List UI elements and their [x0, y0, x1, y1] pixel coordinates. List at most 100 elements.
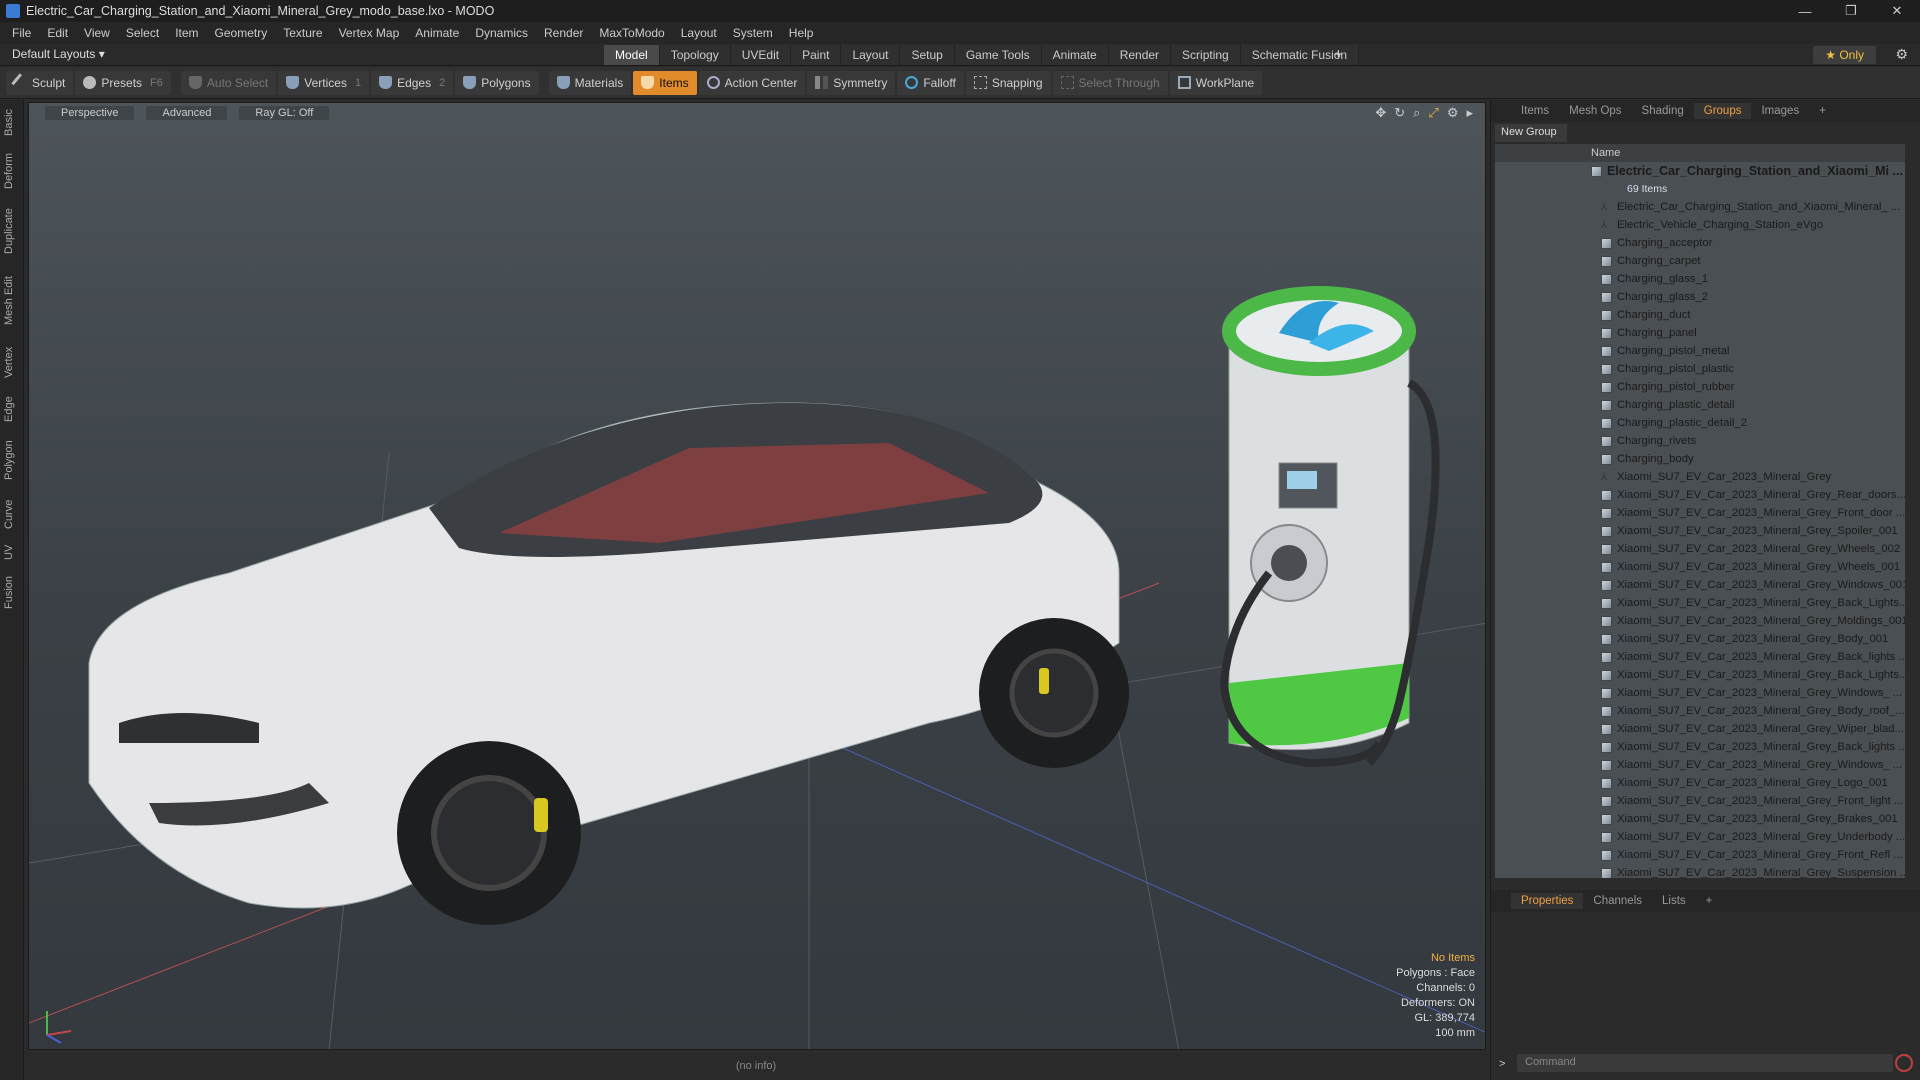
menu-edit[interactable]: Edit	[39, 26, 76, 40]
tab-animate[interactable]: Animate	[1041, 45, 1109, 65]
snapping-button[interactable]: Snapping	[965, 70, 1051, 95]
menu-file[interactable]: File	[4, 26, 39, 40]
group-item-row[interactable]: Xiaomi_SU7_EV_Car_2023_Mineral_Grey_Mold…	[1495, 612, 1905, 630]
group-item-row[interactable]: Charging_plastic_detail	[1495, 396, 1905, 414]
group-item-row[interactable]: ⅄ Electric_Vehicle_Charging_Station_eVgo	[1495, 216, 1905, 234]
group-item-row[interactable]: Xiaomi_SU7_EV_Car_2023_Mineral_Grey_Spoi…	[1495, 522, 1905, 540]
command-input[interactable]: Command	[1517, 1054, 1893, 1072]
materials-button[interactable]: Materials	[548, 70, 632, 95]
rotate-view-icon[interactable]: ↻	[1394, 105, 1405, 121]
add-panel-tab-icon[interactable]: +	[1809, 103, 1836, 119]
tab-topology[interactable]: Topology	[659, 45, 731, 65]
tab-paint[interactable]: Paint	[791, 45, 842, 65]
edges-button[interactable]: Edges 2	[371, 70, 454, 95]
menu-texture[interactable]: Texture	[275, 26, 330, 40]
close-button[interactable]: ✕	[1874, 0, 1920, 22]
tab-model[interactable]: Model	[604, 45, 660, 65]
group-item-row[interactable]: Charging_glass_2	[1495, 288, 1905, 306]
command-record-icon[interactable]	[1895, 1054, 1913, 1072]
minimize-button[interactable]: —	[1782, 0, 1828, 22]
group-item-row[interactable]: Xiaomi_SU7_EV_Car_2023_Mineral_Grey_Susp…	[1495, 864, 1905, 878]
group-item-row[interactable]: ⅄ Electric_Car_Charging_Station_and_Xiaom…	[1495, 198, 1905, 216]
group-item-row[interactable]: Xiaomi_SU7_EV_Car_2023_Mineral_Grey_Wind…	[1495, 756, 1905, 774]
left-tab-polygon[interactable]: Polygon	[3, 434, 21, 486]
sculpt-button[interactable]: Sculpt	[6, 70, 74, 95]
menu-vertex-map[interactable]: Vertex Map	[331, 26, 408, 40]
group-item-row[interactable]: Charging_duct	[1495, 306, 1905, 324]
group-item-row[interactable]: Charging_rivets	[1495, 432, 1905, 450]
move-view-icon[interactable]: ✥	[1375, 105, 1386, 121]
menu-animate[interactable]: Animate	[407, 26, 467, 40]
menu-geometry[interactable]: Geometry	[207, 26, 276, 40]
group-item-row[interactable]: Xiaomi_SU7_EV_Car_2023_Mineral_Grey_Whee…	[1495, 558, 1905, 576]
group-list[interactable]: Name Electric_Car_Charging_Station_and_X…	[1495, 144, 1905, 878]
tab-mesh-ops[interactable]: Mesh Ops	[1559, 103, 1631, 119]
menu-layout[interactable]: Layout	[673, 26, 725, 40]
group-item-row[interactable]: Charging_pistol_plastic	[1495, 360, 1905, 378]
group-item-row[interactable]: Xiaomi_SU7_EV_Car_2023_Mineral_Grey_Back…	[1495, 594, 1905, 612]
menu-view[interactable]: View	[76, 26, 118, 40]
left-tab-curve[interactable]: Curve	[3, 494, 21, 534]
group-item-row[interactable]: ⅄ Xiaomi_SU7_EV_Car_2023_Mineral_Grey	[1495, 468, 1905, 486]
action-center-button[interactable]: Action Center	[698, 70, 806, 95]
group-item-row[interactable]: Xiaomi_SU7_EV_Car_2023_Mineral_Grey_Fron…	[1495, 504, 1905, 522]
group-item-row[interactable]: Xiaomi_SU7_EV_Car_2023_Mineral_Grey_Wind…	[1495, 576, 1905, 594]
only-toggle[interactable]: ★ Only	[1813, 46, 1876, 64]
tab-lists[interactable]: Lists	[1652, 893, 1696, 909]
group-item-row[interactable]: Charging_plastic_detail_2	[1495, 414, 1905, 432]
group-item-row[interactable]: Xiaomi_SU7_EV_Car_2023_Mineral_Grey_Logo…	[1495, 774, 1905, 792]
group-item-row[interactable]: Charging_glass_1	[1495, 270, 1905, 288]
polygons-button[interactable]: Polygons	[455, 70, 539, 95]
left-tab-vertex[interactable]: Vertex	[3, 340, 21, 384]
left-tab-edge[interactable]: Edge	[3, 392, 21, 426]
select-through-button[interactable]: Select Through	[1052, 70, 1168, 95]
left-tab-mesh-edit[interactable]: Mesh Edit	[3, 270, 21, 332]
view-mode-dropdown[interactable]: Perspective	[45, 106, 135, 120]
maximize-button[interactable]: ❐	[1828, 0, 1874, 22]
3d-viewport[interactable]: Perspective Advanced Ray GL: Off ✥ ↻ ⌕ ⤢…	[28, 102, 1486, 1050]
tab-uvedit[interactable]: UVEdit	[730, 45, 792, 65]
group-item-row[interactable]: Xiaomi_SU7_EV_Car_2023_Mineral_Grey_Back…	[1495, 738, 1905, 756]
group-item-row[interactable]: Charging_body	[1495, 450, 1905, 468]
group-item-row[interactable]: Charging_acceptor	[1495, 234, 1905, 252]
menu-render[interactable]: Render	[536, 26, 591, 40]
gear-icon[interactable]: ⚙	[1895, 46, 1908, 63]
tab-images[interactable]: Images	[1751, 103, 1809, 119]
menu-select[interactable]: Select	[118, 26, 167, 40]
left-tab-deform[interactable]: Deform	[3, 148, 21, 194]
left-tab-basic[interactable]: Basic	[3, 106, 21, 140]
fit-view-icon[interactable]: ⤢	[1428, 105, 1438, 121]
group-item-row[interactable]: Charging_pistol_rubber	[1495, 378, 1905, 396]
layout-dropdown[interactable]: Default Layouts ▾	[12, 47, 105, 61]
tab-shading[interactable]: Shading	[1632, 103, 1694, 119]
group-item-row[interactable]: Charging_pistol_metal	[1495, 342, 1905, 360]
shading-dropdown[interactable]: Advanced	[146, 106, 228, 120]
group-item-row[interactable]: Xiaomi_SU7_EV_Car_2023_Mineral_Grey_Wipe…	[1495, 720, 1905, 738]
group-item-row[interactable]: Xiaomi_SU7_EV_Car_2023_Mineral_Grey_Wind…	[1495, 684, 1905, 702]
tab-channels[interactable]: Channels	[1583, 893, 1652, 909]
group-item-row[interactable]: Xiaomi_SU7_EV_Car_2023_Mineral_Grey_Fron…	[1495, 792, 1905, 810]
menu-maxtomodo[interactable]: MaxToModo	[591, 26, 672, 40]
tab-setup[interactable]: Setup	[900, 45, 955, 65]
auto-select-button[interactable]: Auto Select	[180, 70, 277, 95]
symmetry-button[interactable]: Symmetry	[807, 70, 896, 95]
name-column-header[interactable]: Name	[1591, 147, 1620, 159]
zoom-view-icon[interactable]: ⌕	[1413, 105, 1420, 121]
group-item-row[interactable]: Charging_carpet	[1495, 252, 1905, 270]
menu-dynamics[interactable]: Dynamics	[467, 26, 536, 40]
viewport-settings-icon[interactable]: ⚙	[1447, 105, 1459, 121]
group-item-row[interactable]: Charging_panel	[1495, 324, 1905, 342]
presets-button[interactable]: Presets F6	[75, 70, 171, 95]
menu-system[interactable]: System	[725, 26, 781, 40]
tab-game-tools[interactable]: Game Tools	[954, 45, 1042, 65]
tab-layout[interactable]: Layout	[841, 45, 901, 65]
falloff-button[interactable]: Falloff	[897, 70, 964, 95]
new-group-button[interactable]: New Group	[1495, 124, 1567, 142]
group-item-row[interactable]: Xiaomi_SU7_EV_Car_2023_Mineral_Grey_Brak…	[1495, 810, 1905, 828]
raygl-toggle[interactable]: Ray GL: Off	[239, 106, 330, 120]
group-item-row[interactable]: Xiaomi_SU7_EV_Car_2023_Mineral_Grey_Back…	[1495, 648, 1905, 666]
tab-render[interactable]: Render	[1108, 45, 1172, 65]
items-button[interactable]: Items	[633, 70, 697, 95]
vertices-button[interactable]: Vertices 1	[278, 70, 370, 95]
menu-help[interactable]: Help	[781, 26, 822, 40]
